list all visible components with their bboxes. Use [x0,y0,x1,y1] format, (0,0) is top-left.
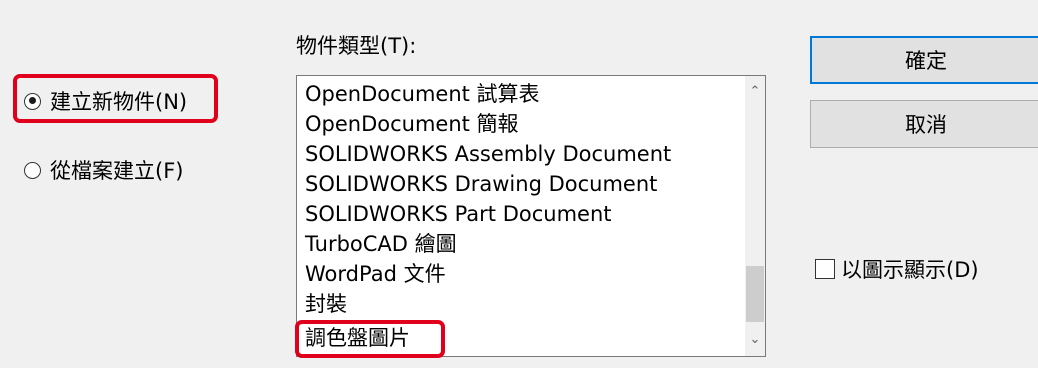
display-as-icon-label: 以圖示顯示(D) [841,258,979,282]
object-type-listbox[interactable]: OpenDocument 試算表 OpenDocument 簡報 SOLIDWO… [296,75,766,357]
radio-unchecked-icon[interactable] [24,161,41,179]
cancel-button-label: 取消 [905,113,947,137]
list-item[interactable]: SOLIDWORKS Assembly Document [305,139,671,169]
ok-button[interactable]: 確定 [810,36,1038,84]
list-item[interactable]: 封裝 [305,289,347,319]
radio-create-from-file-label: 從檔案建立(F) [50,159,184,183]
cancel-button[interactable]: 取消 [810,100,1038,148]
ok-button-label: 確定 [905,49,947,73]
list-item[interactable]: TurboCAD 繪圖 [305,229,457,259]
chevron-down-icon[interactable]: ⌄ [745,332,765,347]
vertical-scrollbar[interactable]: ⌃ ⌄ [745,76,765,356]
list-item[interactable]: SOLIDWORKS Drawing Document [305,169,657,199]
highlight-selected-item [295,320,445,358]
list-item[interactable]: WordPad 文件 [305,259,446,289]
list-item[interactable]: OpenDocument 試算表 [305,79,540,109]
highlight-create-new [13,74,218,123]
radio-create-from-file[interactable]: 從檔案建立(F) [24,155,183,185]
chevron-up-icon[interactable]: ⌃ [745,84,765,99]
checkbox-icon[interactable] [815,259,835,279]
object-type-label: 物件類型(T): [296,34,417,58]
list-item[interactable]: SOLIDWORKS Part Document [305,199,612,229]
display-as-icon-checkbox[interactable]: 以圖示顯示(D) [815,254,979,284]
scrollbar-thumb[interactable] [746,266,764,322]
list-item[interactable]: OpenDocument 簡報 [305,109,519,139]
